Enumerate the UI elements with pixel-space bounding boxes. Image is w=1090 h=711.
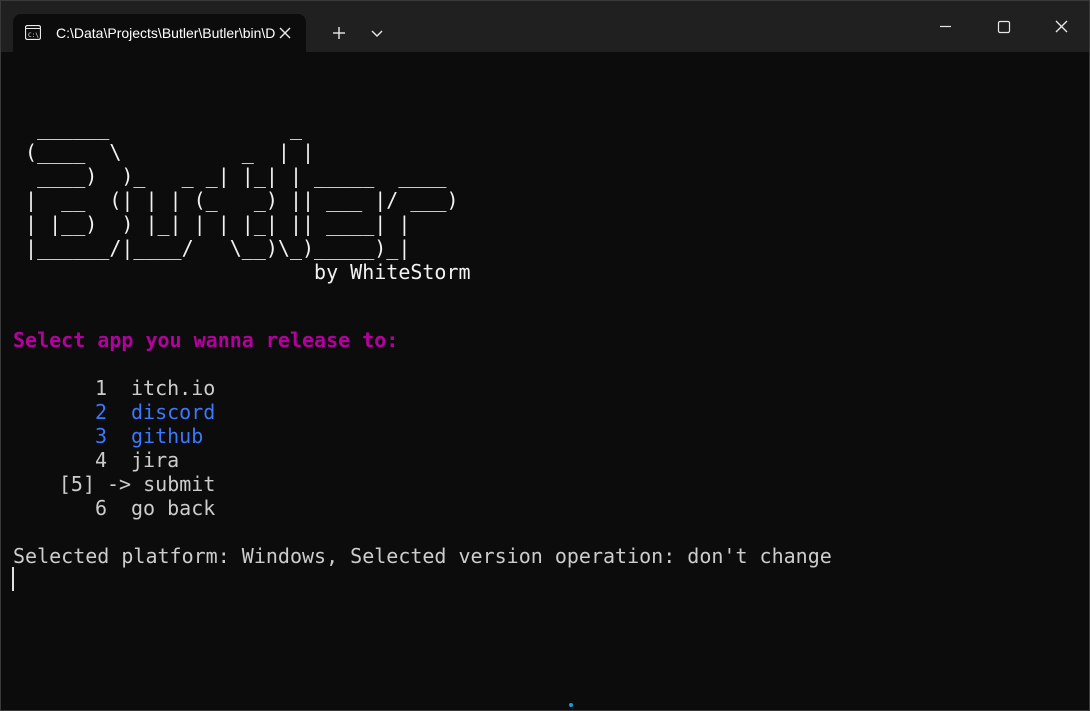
menu-item-jira[interactable]: 4 jira	[13, 448, 179, 472]
ascii-art-byline: by WhiteStorm	[13, 260, 471, 284]
tab-butler[interactable]: C:\ C:\Data\Projects\Butler\Butler\bin\D…	[13, 14, 306, 52]
scroll-indicator	[569, 703, 573, 707]
menu-item-github[interactable]: 3 github	[13, 424, 203, 448]
menu-item-label: itch.io	[131, 376, 216, 400]
menu-item-number: 2	[94, 400, 107, 424]
menu-item-discord[interactable]: 2 discord	[13, 400, 215, 424]
menu-item-label: github	[131, 424, 204, 448]
ascii-art-line: ______ _	[13, 116, 302, 140]
status-line: Selected platform: Windows, Selected ver…	[13, 544, 832, 568]
menu-item-label: discord	[131, 400, 216, 424]
terminal-window: C:\ C:\Data\Projects\Butler\Butler\bin\D…	[0, 0, 1090, 711]
tab-close-icon[interactable]	[277, 25, 293, 41]
new-tab-button[interactable]	[321, 17, 357, 49]
menu-item-label: -> submit	[107, 472, 216, 496]
select-app-prompt: Select app you wanna release to:	[13, 328, 399, 352]
tab-dropdown-button[interactable]	[359, 17, 395, 49]
minimize-button[interactable]	[916, 1, 974, 52]
minimize-icon	[940, 25, 951, 28]
terminal-output[interactable]: ______ _ (____ \ _ | | ____) )_ _ _| |_|…	[1, 52, 1089, 707]
text-cursor	[12, 567, 14, 591]
ascii-art-line: (____ \ _ | |	[13, 140, 315, 164]
menu-item-go-back[interactable]: 6 go back	[13, 496, 215, 520]
ascii-art-line: ____) )_ _ _| |_| | _____ ____	[13, 164, 447, 188]
menu-item-number: 3	[94, 424, 107, 448]
menu-item-label: go back	[131, 496, 216, 520]
chevron-down-icon	[371, 30, 383, 37]
title-bar[interactable]: C:\ C:\Data\Projects\Butler\Butler\bin\D…	[1, 1, 1089, 52]
close-icon	[1055, 20, 1068, 33]
menu-item-label: jira	[131, 448, 180, 472]
ascii-art-line: |______/|____/ \__)\_)_____)_|	[13, 236, 411, 260]
menu-item-number: 4	[94, 448, 107, 472]
menu-item-number: 1	[94, 376, 107, 400]
menu-item-submit[interactable]: [5] -> submit	[13, 472, 216, 496]
menu-item-number: 6	[94, 496, 107, 520]
plus-icon	[333, 27, 345, 39]
svg-text:C:\: C:\	[28, 32, 39, 39]
ascii-art-line: | |__) ) |_| | | |_| || ____| |	[13, 212, 411, 236]
tab-title: C:\Data\Projects\Butler\Butler\bin\Debug…	[56, 25, 276, 41]
menu-item-number: [5]	[58, 472, 95, 496]
close-button[interactable]	[1032, 1, 1090, 52]
menu-item-itchio[interactable]: 1 itch.io	[13, 376, 215, 400]
maximize-icon	[997, 20, 1011, 34]
ascii-art-line: | __ (| | | (_ _) || ___ |/ ___)	[13, 188, 459, 212]
terminal-icon: C:\	[24, 24, 42, 41]
maximize-button[interactable]	[974, 1, 1032, 52]
